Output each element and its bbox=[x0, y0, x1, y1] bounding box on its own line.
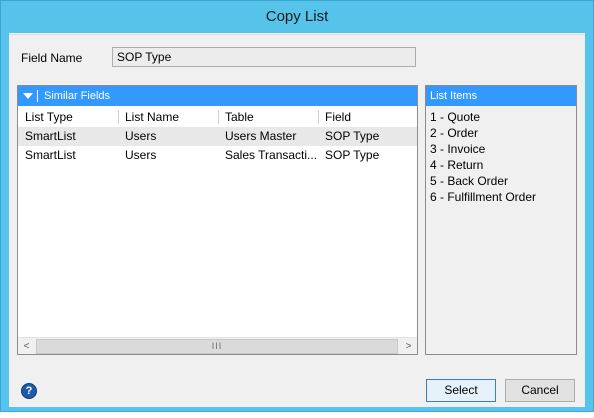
cell-list-name: Users bbox=[125, 129, 157, 143]
list-item: 4 - Return bbox=[430, 158, 484, 172]
column-divider[interactable] bbox=[218, 110, 219, 124]
list-items-panel: List Items 1 - Quote 2 - Order 3 - Invoi… bbox=[425, 85, 577, 355]
cell-table: Users Master bbox=[225, 129, 297, 143]
scroll-left-button[interactable]: < bbox=[18, 338, 35, 355]
field-name-value: SOP Type bbox=[112, 47, 416, 67]
list-item: 6 - Fulfillment Order bbox=[430, 190, 537, 204]
similar-fields-grid: List Type List Name Table Field SmartLis… bbox=[18, 107, 417, 165]
cell-table: Sales Transacti... bbox=[225, 148, 317, 162]
dialog-client-area: Field Name SOP Type Similar Fields List … bbox=[9, 33, 585, 407]
list-item: 2 - Order bbox=[430, 126, 479, 140]
cell-field: SOP Type bbox=[325, 129, 380, 143]
list-item: 1 - Quote bbox=[430, 110, 481, 124]
dialog-window: Copy List Field Name SOP Type Similar Fi… bbox=[0, 0, 594, 412]
horizontal-scrollbar[interactable]: < III > bbox=[18, 337, 417, 354]
background-strip bbox=[0, 412, 594, 418]
cell-list-type: SmartList bbox=[25, 129, 76, 143]
divider bbox=[9, 34, 585, 35]
table-row[interactable]: SmartList Users Users Master SOP Type bbox=[18, 127, 417, 146]
list-item: 5 - Back Order bbox=[430, 174, 509, 188]
collapse-arrow-icon[interactable] bbox=[23, 93, 33, 99]
list-items-header: List Items bbox=[426, 86, 576, 106]
similar-fields-panel: Similar Fields List Type List Name Table… bbox=[17, 85, 418, 355]
cell-list-type: SmartList bbox=[25, 148, 76, 162]
help-icon[interactable]: ? bbox=[21, 383, 37, 399]
cancel-button[interactable]: Cancel bbox=[505, 379, 575, 402]
grid-header-row: List Type List Name Table Field bbox=[18, 107, 417, 127]
scroll-right-button[interactable]: > bbox=[400, 338, 417, 355]
list-item: 3 - Invoice bbox=[430, 142, 486, 156]
window-title: Copy List bbox=[265, 8, 329, 25]
table-row[interactable]: SmartList Users Sales Transacti... SOP T… bbox=[18, 146, 417, 165]
header-separator bbox=[37, 90, 38, 102]
column-header-list-name[interactable]: List Name bbox=[125, 107, 217, 127]
column-divider[interactable] bbox=[118, 110, 119, 124]
scroll-thumb[interactable]: III bbox=[36, 339, 398, 354]
cell-list-name: Users bbox=[125, 148, 157, 162]
similar-fields-title: Similar Fields bbox=[44, 90, 111, 102]
list-items-list: 1 - Quote 2 - Order 3 - Invoice 4 - Retu… bbox=[430, 109, 536, 205]
field-name-label: Field Name bbox=[21, 51, 83, 65]
column-header-list-type[interactable]: List Type bbox=[25, 107, 117, 127]
similar-fields-header[interactable]: Similar Fields bbox=[18, 86, 417, 106]
column-header-table[interactable]: Table bbox=[225, 107, 317, 127]
column-header-field[interactable]: Field bbox=[325, 107, 415, 127]
column-divider[interactable] bbox=[318, 110, 319, 124]
cell-field: SOP Type bbox=[325, 148, 380, 162]
select-button[interactable]: Select bbox=[426, 379, 496, 402]
